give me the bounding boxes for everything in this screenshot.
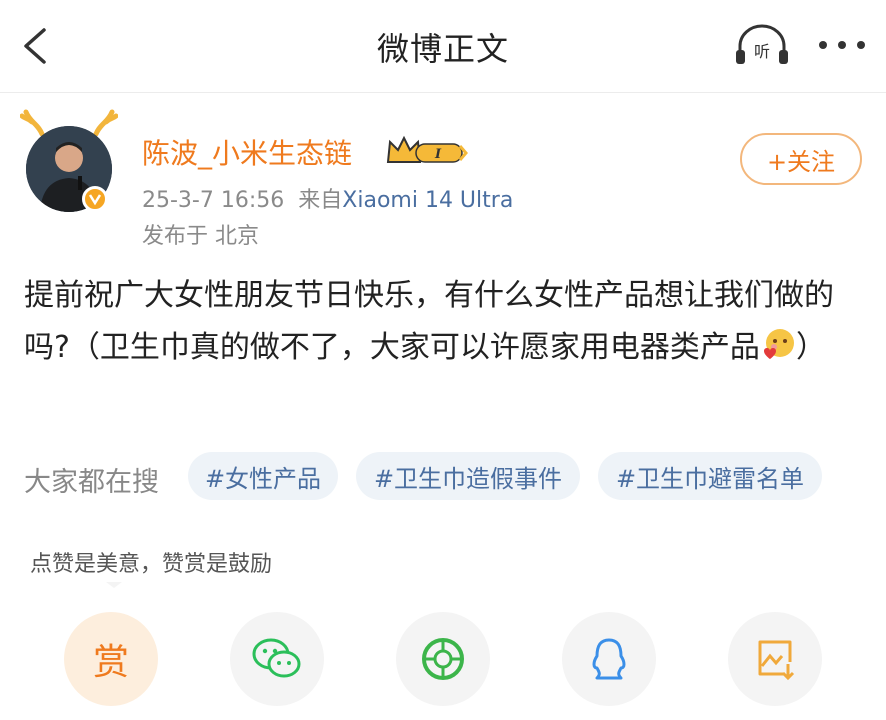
share-wechat-button[interactable] bbox=[230, 612, 324, 706]
moments-icon bbox=[422, 638, 464, 680]
svg-text:I: I bbox=[434, 147, 442, 162]
member-crown-icon[interactable]: I bbox=[386, 134, 470, 168]
post-meta: 25-3-7 16:56 来自Xiaomi 14 Ultra bbox=[142, 182, 513, 214]
headphone-listen-icon[interactable]: 听 bbox=[734, 22, 790, 70]
search-tag[interactable]: #女性产品 bbox=[188, 452, 338, 500]
heart-kiss-emoji-icon bbox=[763, 329, 794, 359]
more-icon[interactable] bbox=[814, 30, 870, 60]
trending-search-label: 大家都在搜 bbox=[24, 467, 159, 498]
reward-button-label: 赏 bbox=[92, 642, 129, 683]
username[interactable]: 陈波_小米生态链 bbox=[142, 132, 352, 172]
save-image-button[interactable] bbox=[728, 612, 822, 706]
reward-tip-text: 点赞是美意，赞赏是鼓励 bbox=[30, 552, 273, 577]
avatar[interactable] bbox=[20, 104, 120, 214]
post-timestamp: 25-3-7 16:56 bbox=[142, 188, 285, 213]
share-qq-button[interactable] bbox=[562, 612, 656, 706]
source-device[interactable]: Xiaomi 14 Ultra bbox=[342, 188, 513, 213]
search-tag[interactable]: #卫生巾造假事件 bbox=[356, 452, 580, 500]
share-moments-button[interactable] bbox=[396, 612, 490, 706]
qq-icon bbox=[592, 638, 626, 680]
post-text: 提前祝广大女性朋友节日快乐，有什么女性产品想让我们做的吗?（卫生巾真的做不了，大… bbox=[24, 278, 834, 365]
source-prefix: 来自 bbox=[298, 188, 343, 213]
reward-button[interactable]: 赏 bbox=[64, 612, 158, 706]
top-bar: 微博正文 听 bbox=[0, 0, 886, 93]
search-tag[interactable]: #卫生巾避雷名单 bbox=[598, 452, 822, 500]
antler-left-decoration bbox=[20, 109, 45, 136]
antler-right-decoration bbox=[93, 109, 118, 136]
follow-button[interactable]: +关注 bbox=[740, 133, 862, 185]
post-body: 提前祝广大女性朋友节日快乐，有什么女性产品想让我们做的吗?（卫生巾真的做不了，大… bbox=[24, 270, 864, 374]
verified-badge-icon bbox=[82, 186, 108, 212]
svg-text:听: 听 bbox=[754, 42, 770, 61]
wechat-icon bbox=[252, 638, 301, 678]
post-text-end: ） bbox=[795, 330, 826, 365]
post-location: 发布于 北京 bbox=[142, 224, 259, 249]
save-image-icon bbox=[758, 640, 795, 681]
